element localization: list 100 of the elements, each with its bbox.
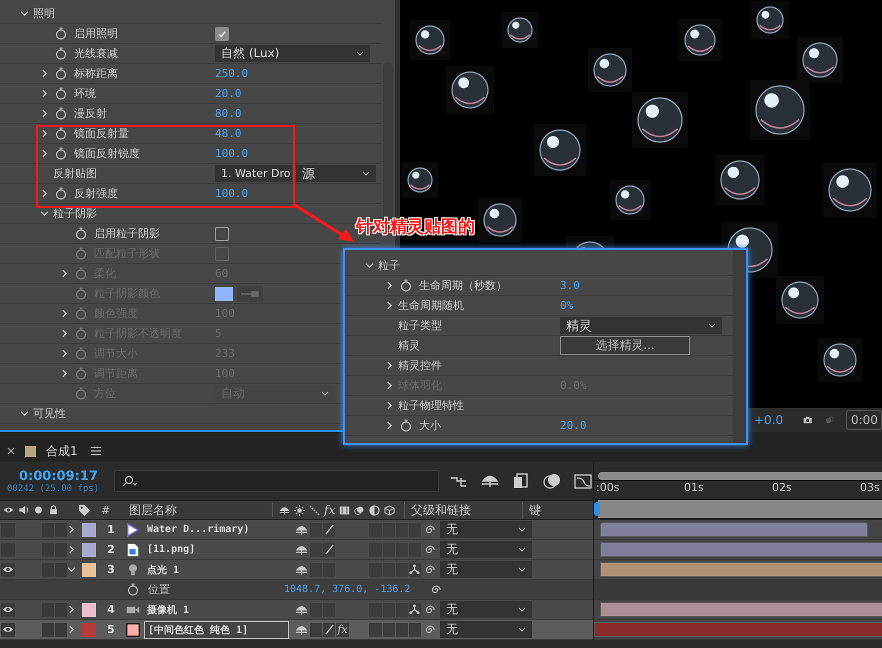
camera-icon[interactable]	[803, 414, 813, 426]
stopwatch-icon[interactable]	[55, 147, 67, 160]
label-color[interactable]	[82, 522, 96, 536]
lock-icon[interactable]	[48, 505, 59, 515]
chevron-icon[interactable]	[40, 149, 49, 158]
pick-whip-icon[interactable]	[423, 624, 435, 636]
quality-switch[interactable]	[323, 522, 336, 536]
label-color[interactable]	[82, 622, 96, 636]
chevron-icon[interactable]	[40, 189, 49, 198]
chevron-icon[interactable]	[385, 301, 394, 310]
layer-name[interactable]: Water D...rimary)	[144, 523, 289, 536]
three-d-switch[interactable]	[408, 602, 422, 616]
column-header[interactable]: #	[101, 504, 129, 516]
chevron-icon[interactable]	[365, 261, 374, 270]
current-time[interactable]: 0:00:09:17	[7, 468, 98, 484]
layer-row[interactable]: 5 [中间色红色 纯色 1] fx 无	[0, 620, 593, 640]
menu-icon[interactable]	[90, 446, 102, 456]
motion-blur-icon[interactable]	[542, 473, 562, 489]
playhead-handle[interactable]	[594, 502, 600, 516]
layer-name[interactable]: 摄像机 1	[144, 602, 289, 618]
checkbox[interactable]	[215, 26, 229, 40]
shy-layers-icon[interactable]	[480, 473, 500, 489]
layer-switch[interactable]	[382, 622, 395, 636]
layer-row[interactable]: 1 Water D...rimary) 无	[0, 520, 593, 540]
circles-icon[interactable]	[354, 504, 366, 516]
layer-switch[interactable]	[396, 562, 408, 576]
lock-toggle[interactable]	[54, 522, 68, 536]
visibility-toggle[interactable]	[1, 622, 15, 636]
parent-dropdown[interactable]: 无	[440, 621, 532, 638]
time-ruler[interactable]: :00s 01s 02s 03s	[594, 480, 882, 500]
chevron-icon[interactable]	[40, 129, 49, 138]
chevron-icon[interactable]	[20, 9, 29, 18]
layer-bar[interactable]	[600, 562, 882, 577]
shy-icon[interactable]	[295, 544, 308, 556]
stopwatch-icon[interactable]	[400, 419, 412, 432]
column-header[interactable]: 键	[522, 502, 541, 518]
layer-name[interactable]: [11.png]	[144, 543, 289, 556]
collapse-switch[interactable]	[310, 622, 322, 636]
stopwatch-icon[interactable]	[55, 87, 67, 100]
dropdown[interactable]: 自然 (Lux)	[215, 45, 370, 62]
chevron-icon[interactable]	[67, 605, 76, 614]
pick-whip-icon[interactable]	[423, 544, 435, 556]
scrollbar[interactable]	[733, 250, 746, 443]
stopwatch-icon[interactable]	[55, 47, 67, 60]
speaker-icon[interactable]	[18, 505, 29, 515]
label-color[interactable]	[82, 562, 96, 576]
layer-row[interactable]: 4 摄像机 1 无	[0, 600, 593, 620]
chevron-icon[interactable]	[40, 109, 49, 118]
composition-tab[interactable]: 合成1	[46, 442, 78, 460]
layer-switch[interactable]	[396, 622, 408, 636]
lock-toggle[interactable]	[54, 542, 68, 556]
shy-icon[interactable]	[295, 564, 308, 576]
sun-icon[interactable]	[294, 504, 305, 516]
select-sprite-button[interactable]: 选择精灵...	[560, 336, 690, 355]
shy-icon[interactable]	[295, 624, 308, 636]
lock-toggle[interactable]	[54, 562, 68, 576]
solo-icon[interactable]	[33, 505, 44, 515]
stopwatch-icon[interactable]	[55, 27, 67, 40]
film-icon[interactable]	[339, 504, 350, 516]
shy-icon[interactable]	[279, 504, 290, 516]
search-field[interactable]	[114, 470, 439, 492]
solo-toggle[interactable]	[42, 622, 54, 636]
layer-row[interactable]: 3 点光 1 无	[0, 560, 593, 580]
layer-switch[interactable]	[369, 622, 382, 636]
three-d-switch[interactable]	[408, 562, 422, 576]
dropdown[interactable]: 源	[296, 165, 376, 182]
chevron-icon[interactable]	[20, 409, 29, 418]
layer-switch[interactable]	[396, 602, 408, 616]
chevron-icon[interactable]	[385, 361, 394, 370]
shy-icon[interactable]	[295, 604, 308, 616]
pick-whip-icon[interactable]	[423, 604, 435, 616]
stopwatch-icon[interactable]	[55, 127, 67, 140]
stopwatch-icon[interactable]	[55, 107, 67, 120]
graph-editor-icon[interactable]	[573, 473, 593, 489]
parent-dropdown[interactable]: 无	[440, 541, 532, 558]
eye-icon[interactable]	[3, 505, 14, 515]
property-value[interactable]: 1048.7, 376.0, -136.2	[284, 584, 429, 595]
half-circle-icon[interactable]	[369, 504, 380, 516]
chevron-icon[interactable]	[67, 625, 76, 634]
quality-switch[interactable]	[323, 542, 336, 556]
column-header[interactable]: 图层名称	[129, 502, 272, 518]
tag-icon[interactable]	[78, 504, 91, 516]
lock-toggle[interactable]	[54, 602, 68, 616]
parent-dropdown[interactable]: 无	[440, 601, 532, 618]
stopwatch-icon[interactable]	[55, 187, 67, 200]
label-color[interactable]	[82, 602, 96, 616]
layer-row[interactable]: 2 [11.png] 无	[0, 540, 593, 560]
parent-dropdown[interactable]: 无	[440, 521, 532, 538]
column-header[interactable]: 父级和链接	[404, 502, 522, 518]
visibility-toggle[interactable]	[1, 562, 15, 576]
stopwatch-icon[interactable]	[400, 279, 412, 292]
label-color[interactable]	[82, 542, 96, 556]
effects-switch[interactable]: fx	[336, 622, 349, 636]
stopwatch-icon[interactable]	[55, 67, 67, 80]
dropdown[interactable]: 精灵	[560, 317, 722, 334]
chevron-icon[interactable]	[40, 69, 49, 78]
stopwatch-icon[interactable]	[75, 227, 87, 240]
layer-name[interactable]: [中间色红色 纯色 1]	[144, 620, 289, 638]
stopwatch-icon[interactable]	[127, 583, 139, 596]
shy-icon[interactable]	[295, 524, 308, 536]
